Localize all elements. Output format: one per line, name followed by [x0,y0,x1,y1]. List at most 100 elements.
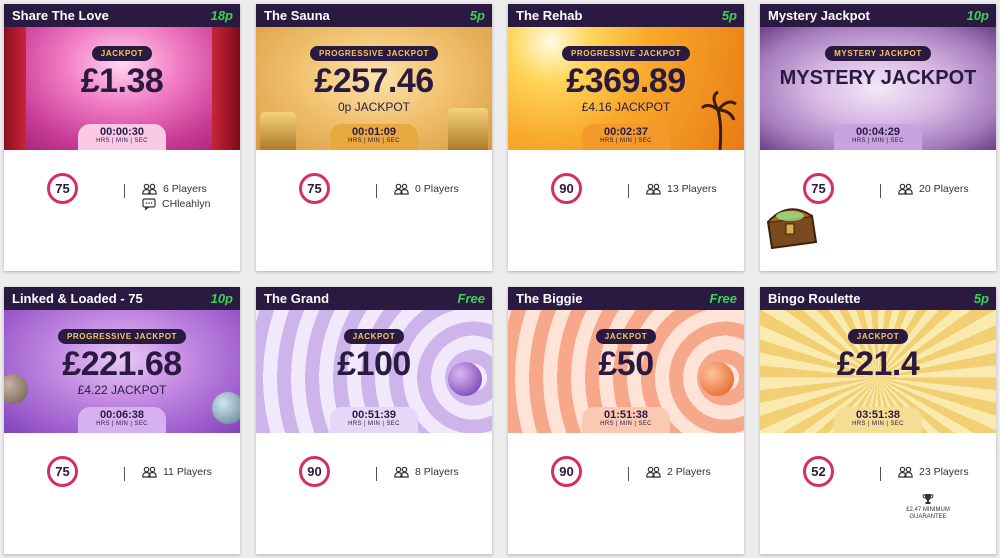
jackpot-badge: JACKPOT [595,329,657,344]
players-icon [142,466,157,478]
players-count: 13 Players [646,183,717,195]
countdown-timer: 01:51:38 HRS | MIN | SEC [582,407,670,433]
host-text: CHleahlyn [162,198,211,210]
jackpot-banner: JACKPOT £100 00:51:39 HRS | MIN | SEC [256,310,492,433]
ticket-price: 10p [966,8,989,23]
game-card-the-sauna[interactable]: The Sauna 5p PROGRESSIVE JACKPOT £257.46… [256,4,492,271]
bingo-ball-type: 75 [47,456,78,487]
game-card-linked-loaded-75[interactable]: Linked & Loaded - 75 10p PROGRESSIVE JAC… [4,287,240,554]
card-info: 90 13 Players [508,150,744,247]
timer-value: 00:00:30 [99,126,145,138]
gold-coins-right [448,108,488,150]
ticket-price: Free [709,291,737,306]
card-header: The Sauna 5p [256,4,492,27]
jackpot-banner: JACKPOT £21.4 03:51:38 HRS | MIN | SEC [760,310,996,433]
host-name: CHleahlyn [142,198,210,210]
timer-value: 00:51:39 [351,409,397,421]
bingo-ball-decoration [4,374,28,404]
palm-tree-silhouette [700,90,738,150]
players-count: 0 Players [394,183,459,195]
players-count: 6 Players [142,183,207,195]
divider [880,184,881,198]
timer-value: 03:51:38 [855,409,901,421]
game-title: The Sauna [264,8,330,23]
players-text: 20 Players [919,183,969,195]
timer-value: 00:02:37 [603,126,649,138]
timer-label: HRS | MIN | SEC [96,138,148,144]
game-title: Mystery Jackpot [768,8,870,23]
game-title: Linked & Loaded - 75 [12,291,143,306]
jackpot-badge: JACKPOT [847,329,909,344]
ticket-price: 5p [973,291,989,306]
players-count: 8 Players [394,466,459,478]
card-header: The Grand Free [256,287,492,310]
divider [124,467,125,481]
guarantee-text: £2.47 MINIMUM GUARANTEE [906,507,950,520]
timer-label: HRS | MIN | SEC [600,421,652,427]
players-icon [646,183,661,195]
timer-label: HRS | MIN | SEC [348,421,400,427]
game-card-mystery-jackpot[interactable]: Mystery Jackpot 10p MYSTERY JACKPOT MYST… [760,4,996,271]
countdown-timer: 00:51:39 HRS | MIN | SEC [330,407,418,433]
jackpot-badge: MYSTERY JACKPOT [825,46,931,61]
players-text: 6 Players [163,183,207,195]
divider [628,184,629,198]
card-header: The Biggie Free [508,287,744,310]
card-header: Share The Love 18p [4,4,240,27]
divider [376,184,377,198]
card-info: 75 0 Players [256,150,492,247]
game-grid: Share The Love 18p JACKPOT £1.38 00:00:3… [0,0,1000,558]
card-header: Linked & Loaded - 75 10p [4,287,240,310]
players-icon [394,466,409,478]
players-count: 20 Players [898,183,969,195]
ticket-price: 5p [721,8,737,23]
treasure-chest-icon [760,192,820,254]
game-card-the-grand[interactable]: The Grand Free JACKPOT £100 00:51:39 HRS… [256,287,492,554]
jackpot-amount: £21.4 [836,345,920,383]
players-icon [898,183,913,195]
card-header: The Rehab 5p [508,4,744,27]
timer-value: 01:51:38 [603,409,649,421]
countdown-timer: 00:06:38 HRS | MIN | SEC [78,407,166,433]
divider [628,467,629,481]
card-info: 75 11 Players [4,433,240,530]
game-card-the-rehab[interactable]: The Rehab 5p PROGRESSIVE JACKPOT £369.89… [508,4,744,271]
ticket-price: 18p [210,8,233,23]
jackpot-banner: PROGRESSIVE JACKPOT £369.89 £4.16 JACKPO… [508,27,744,150]
card-info: 90 8 Players [256,433,492,530]
timer-label: HRS | MIN | SEC [600,138,652,144]
jackpot-amount: £100 [337,345,411,383]
countdown-timer: 00:02:37 HRS | MIN | SEC [582,124,670,150]
jackpot-banner: PROGRESSIVE JACKPOT £257.46 0p JACKPOT 0… [256,27,492,150]
card-info: 75 6 Players CHleahlyn [4,150,240,247]
game-card-the-biggie[interactable]: The Biggie Free JACKPOT £50 01:51:38 HRS… [508,287,744,554]
jackpot-amount: MYSTERY JACKPOT [779,67,977,89]
card-header: Mystery Jackpot 10p [760,4,996,27]
jackpot-badge: PROGRESSIVE JACKPOT [57,329,187,344]
game-card-bingo-roulette[interactable]: Bingo Roulette 5p JACKPOT £21.4 03:51:38… [760,287,996,554]
card-header: Bingo Roulette 5p [760,287,996,310]
players-text: 0 Players [415,183,459,195]
jackpot-subtitle: 0p JACKPOT [337,100,411,114]
jackpot-amount: £50 [598,345,654,383]
timer-value: 00:04:29 [855,126,901,138]
divider [376,467,377,481]
jackpot-amount: £221.68 [62,345,182,383]
game-card-share-the-love[interactable]: Share The Love 18p JACKPOT £1.38 00:00:3… [4,4,240,271]
players-count: 2 Players [646,466,711,478]
jackpot-amount: £257.46 [314,62,434,100]
jackpot-badge: JACKPOT [343,329,405,344]
countdown-timer: 03:51:38 HRS | MIN | SEC [834,407,922,433]
bingo-ball-type: 90 [299,456,330,487]
bingo-ball-type: 75 [47,173,78,204]
lollipop-decoration [700,362,734,396]
players-text: 13 Players [667,183,717,195]
bingo-ball-decoration [212,392,240,424]
players-text: 8 Players [415,466,459,478]
bingo-ball-type: 90 [551,456,582,487]
card-info: 52 23 Players £2.47 MINIMUM GUARANTEE [760,433,996,530]
game-title: The Biggie [516,291,583,306]
players-text: 11 Players [163,466,212,478]
jackpot-banner: JACKPOT £1.38 00:00:30 HRS | MIN | SEC [4,27,240,150]
players-icon [394,183,409,195]
